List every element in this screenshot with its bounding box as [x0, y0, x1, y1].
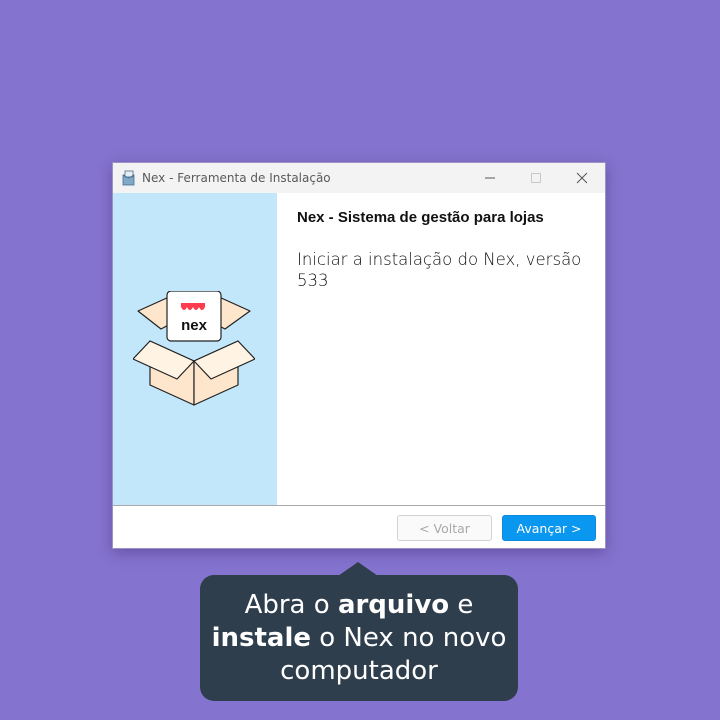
instruction-tooltip: Abra o arquivo e instale o Nex no novo c… — [200, 575, 518, 701]
tooltip-arrow — [338, 562, 378, 576]
tooltip-line-3: computador — [280, 656, 438, 686]
minimize-icon — [485, 177, 495, 179]
maximize-icon — [531, 173, 541, 183]
installer-footer: < Voltar Avançar > — [113, 506, 605, 548]
installer-heading: Nex - Sistema de gestão para lojas — [297, 209, 544, 226]
box-with-logo-illustration: nex — [133, 291, 255, 406]
close-button[interactable] — [559, 163, 605, 193]
back-button[interactable]: < Voltar — [397, 515, 492, 541]
installer-window: Nex - Ferramenta de Instalação nex Nex -… — [112, 162, 606, 549]
maximize-button[interactable] — [513, 163, 559, 193]
next-button[interactable]: Avançar > — [502, 515, 596, 541]
tooltip-line-2: instale o Nex no novo — [211, 623, 507, 653]
window-title: Nex - Ferramenta de Instalação — [142, 171, 331, 185]
close-icon — [576, 172, 588, 184]
nex-logo-text: nex — [181, 317, 208, 334]
installer-description: Iniciar a instalação do Nex, versão 533 — [297, 250, 582, 290]
title-bar[interactable]: Nex - Ferramenta de Instalação — [113, 163, 605, 193]
tooltip-line-1: Abra o arquivo e — [244, 590, 474, 620]
installer-content: Nex - Sistema de gestão para lojas Inici… — [277, 193, 605, 505]
installer-side-panel: nex — [113, 193, 277, 505]
minimize-button[interactable] — [467, 163, 513, 193]
installer-app-icon — [122, 170, 135, 186]
